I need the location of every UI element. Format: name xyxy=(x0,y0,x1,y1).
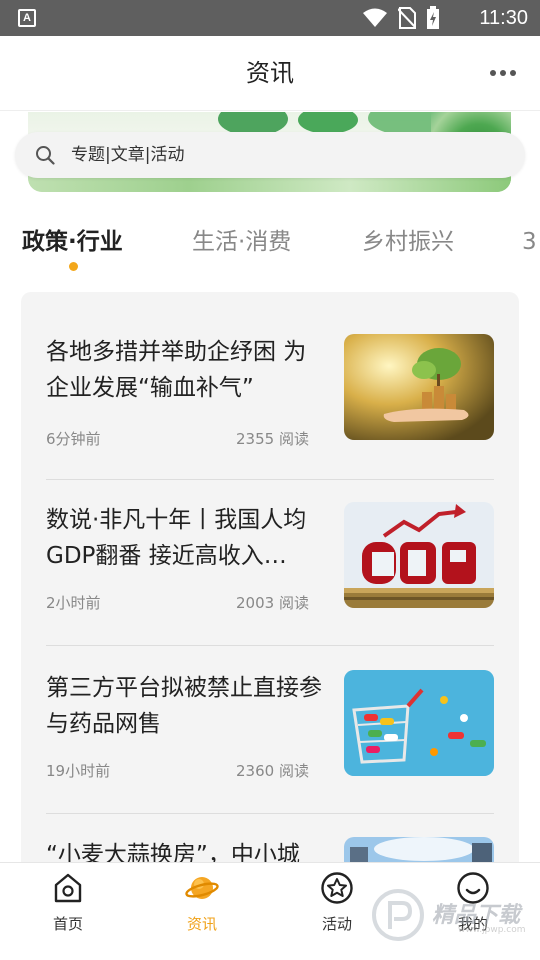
search-bar[interactable] xyxy=(15,132,525,178)
star-circle-icon xyxy=(321,872,353,904)
nav-label: 活动 xyxy=(321,915,352,933)
article-time: 6分钟前 xyxy=(46,430,101,448)
app-notification-icon: A xyxy=(18,9,36,27)
search-icon xyxy=(36,146,55,165)
article-item[interactable]: 第三方平台拟被禁止直接参与药品网售 19小时前 2360 阅读 xyxy=(46,670,496,780)
status-bar: A 11:30 xyxy=(0,0,540,36)
article-item[interactable]: 数说·非凡十年丨我国人均GDP翻番 接近高收入… 2小时前 2003 阅读 xyxy=(46,502,496,612)
article-list: 各地多措并举助企纾困 为企业发展“输血补气” 6分钟前 2355 阅读 数说·非… xyxy=(21,292,519,892)
tab-policy-industry[interactable]: 政策·行业 xyxy=(22,222,123,262)
article-thumbnail xyxy=(344,334,494,440)
divider xyxy=(46,645,494,646)
nav-activity[interactable]: 活动 xyxy=(292,871,382,934)
tab-next-partial[interactable]: 3 xyxy=(522,222,537,262)
article-title: 各地多措并举助企纾困 为企业发展“输血补气” xyxy=(46,339,307,401)
wifi-icon xyxy=(363,8,387,27)
article-time: 2小时前 xyxy=(46,594,101,612)
home-icon xyxy=(54,873,82,903)
clock: 11:30 xyxy=(479,7,528,29)
tab-life-consumption[interactable]: 生活·消费 xyxy=(192,222,291,262)
category-tabs: 政策·行业 生活·消费 乡村振兴 3 xyxy=(0,222,540,272)
article-read-count: 2360 阅读 xyxy=(236,762,309,780)
planet-icon xyxy=(185,877,219,899)
article-thumbnail xyxy=(344,670,494,776)
nav-label: 资讯 xyxy=(186,915,217,933)
watermark-url: www.jpwp.com xyxy=(458,925,526,935)
search-input[interactable] xyxy=(71,132,501,178)
nav-home[interactable]: 首页 xyxy=(23,871,113,934)
battery-charging-icon xyxy=(427,6,439,29)
nav-news[interactable]: 资讯 xyxy=(157,871,247,934)
article-read-count: 2355 阅读 xyxy=(236,430,309,448)
active-tab-indicator xyxy=(69,262,78,271)
article-title: 第三方平台拟被禁止直接参与药品网售 xyxy=(46,675,322,737)
page-title: 资讯 xyxy=(246,59,294,87)
article-time: 19小时前 xyxy=(46,762,111,780)
top-app-bar: 资讯 xyxy=(0,36,540,111)
watermark-logo-icon xyxy=(372,889,424,941)
divider xyxy=(46,813,494,814)
article-item[interactable]: 各地多措并举助企纾困 为企业发展“输血补气” 6分钟前 2355 阅读 xyxy=(46,334,496,448)
watermark: 精品下载 www.jpwp.com xyxy=(370,885,540,945)
nav-label: 首页 xyxy=(52,915,83,933)
article-thumbnail xyxy=(344,502,494,608)
divider xyxy=(46,479,494,480)
more-dots-icon[interactable] xyxy=(490,70,516,76)
article-read-count: 2003 阅读 xyxy=(236,594,309,612)
no-sim-icon xyxy=(398,7,416,29)
article-title: 数说·非凡十年丨我国人均GDP翻番 接近高收入… xyxy=(46,507,307,569)
tab-rural-revitalization[interactable]: 乡村振兴 xyxy=(362,222,454,262)
